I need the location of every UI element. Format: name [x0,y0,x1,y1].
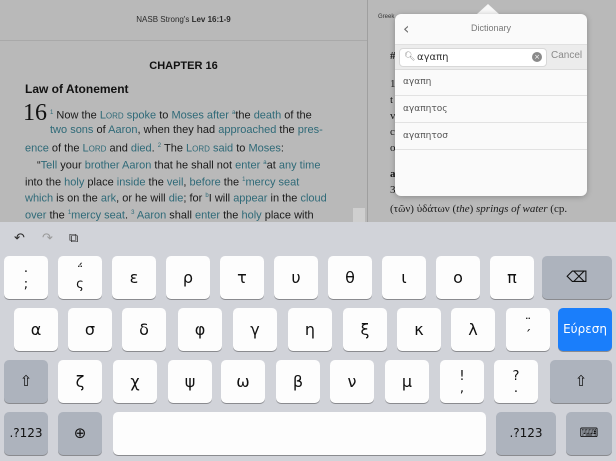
cancel-button[interactable]: Cancel [551,50,582,61]
key-epsilon[interactable]: ε [112,256,156,299]
reading-pane: NASB Strong's Lev 16:1-9 CHAPTER 16 Law … [0,0,367,222]
key-theta[interactable]: θ [328,256,372,299]
key-question[interactable]: ?. [494,360,538,403]
key-iota[interactable]: ι [382,256,426,299]
key-psi[interactable]: ψ [168,360,212,403]
paste-icon[interactable]: ⧉ [69,231,78,246]
key-rho[interactable]: ρ [166,256,210,299]
dictionary-result[interactable]: αγαπητοσ [395,123,587,150]
key-eta[interactable]: η [288,308,332,351]
key-zeta[interactable]: ζ [58,360,102,403]
key-exclamation[interactable]: !, [440,360,484,403]
text-line[interactable]: over the 1mercy seat. 3 Aaron shall ente… [25,206,314,222]
key-omicron[interactable]: ο [436,256,480,299]
key-xi[interactable]: ξ [343,308,387,351]
key-chi[interactable]: χ [113,360,157,403]
key-omega[interactable]: ω [221,360,265,403]
numbers-key[interactable]: .?123 [4,412,48,455]
search-key[interactable]: Εύρεση [558,308,612,351]
dictionary-search-bar: 🔍︎ × Cancel [395,44,587,70]
search-input[interactable] [417,50,527,64]
lexicon-text: t [390,94,394,106]
text-line[interactable]: 1 Now the Lord spoke to Moses after athe… [50,106,312,123]
key-lambda[interactable]: λ [451,308,495,351]
reading-pane-header[interactable]: NASB Strong's Lev 16:1-9 [0,0,367,41]
key-phi[interactable]: φ [178,308,222,351]
undo-icon[interactable]: ↶ [14,231,25,246]
space-bar[interactable] [113,412,486,455]
chapter-number: 16 [23,100,47,126]
lexicon-text: (τῶν) ὑδάτων (the) springs of water (cp. [390,203,568,215]
clear-icon[interactable]: × [532,52,542,62]
key-nu[interactable]: ν [330,360,374,403]
chapter-title: CHAPTER 16 [149,60,218,72]
onscreen-keyboard: ↶ ↷ ⧉ ·; ΅ ς ε ρ τ υ θ ι ο π ⌫ α σ δ φ γ … [0,222,616,461]
keyboard-hide-icon[interactable]: ⌨ [566,412,612,455]
key-diaeresis[interactable]: ¨ ΄ [506,308,550,351]
lexicon-header: Greek [378,14,395,20]
key-pi[interactable]: π [490,256,534,299]
header-prefix: NASB Strong's [136,15,192,24]
key-alpha[interactable]: α [14,308,58,351]
shift-icon[interactable]: ⇧ [550,360,612,403]
text-line[interactable]: which is on the ark, or he will die; for… [25,189,327,206]
backspace-icon[interactable]: ⌫ [542,256,612,299]
text-line[interactable]: two sons of Aaron, when they had approac… [50,123,323,137]
text-line[interactable]: “Tell your brother Aaron that he shall n… [37,156,320,173]
dictionary-popover: ‹ Dictionary 🔍︎ × Cancel αγαπη αγαπητος … [395,14,587,196]
key-upsilon[interactable]: υ [274,256,318,299]
globe-icon[interactable]: ⊕ [58,412,102,455]
key-kappa[interactable]: κ [397,308,441,351]
search-icon: 🔍︎ [404,52,416,62]
shortcut-bar: ↶ ↷ ⧉ [0,222,616,255]
key-mu[interactable]: μ [385,360,429,403]
header-reference: Lev 16:1-9 [191,15,231,24]
text-line[interactable]: ence of the Lord and died. 2 The Lord sa… [25,139,284,156]
key-tau[interactable]: τ [220,256,264,299]
shift-icon[interactable]: ⇧ [4,360,48,403]
key-gamma[interactable]: γ [233,308,277,351]
dictionary-result[interactable]: αγαπητος [395,96,587,123]
key-semicolon[interactable]: ·; [4,256,48,299]
redo-icon[interactable]: ↷ [42,231,53,246]
dictionary-title: Dictionary [470,23,511,33]
key-beta[interactable]: β [276,360,320,403]
scroll-thumb[interactable] [353,208,365,222]
dictionary-result[interactable]: αγαπη [395,69,587,96]
text-line[interactable]: into the holy place inside the veil, bef… [25,173,299,190]
popover-arrow [477,4,499,14]
numbers-key[interactable]: .?123 [496,412,556,455]
key-final-sigma[interactable]: ΅ ς [58,256,102,299]
key-delta[interactable]: δ [122,308,166,351]
key-sigma[interactable]: σ [68,308,112,351]
search-field[interactable]: 🔍︎ × [399,48,547,67]
section-heading: Law of Atonement [25,82,129,96]
